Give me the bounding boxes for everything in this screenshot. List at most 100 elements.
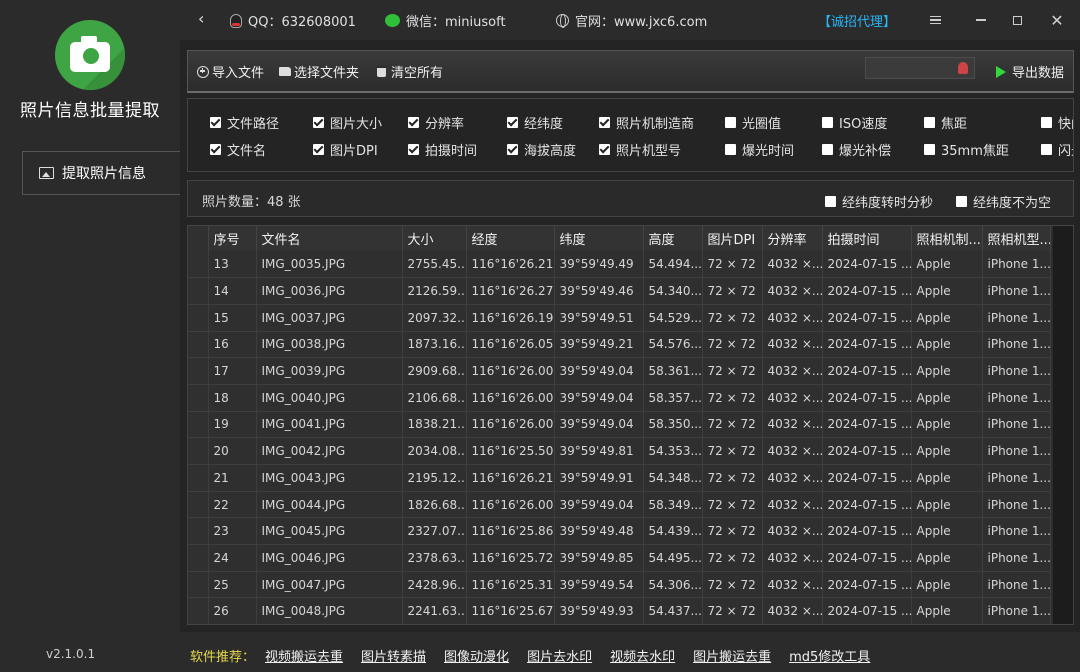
field-checkbox[interactable]: 海拔高度 (507, 140, 576, 159)
recommend-link[interactable]: 图片转素描 (361, 646, 426, 665)
checkbox-box[interactable] (599, 117, 610, 128)
table-scrollbar[interactable] (1053, 226, 1073, 624)
nav-item-extract-photo-info[interactable]: 提取照片信息 (22, 151, 180, 195)
checkbox-box[interactable] (210, 117, 221, 128)
column-header[interactable]: 拍摄时间 (822, 226, 912, 251)
checkbox-box[interactable] (507, 144, 518, 155)
table-row[interactable]: 25 IMG_0047.JPG 2428.96... 116°16'25.31 39°5… (188, 571, 1051, 599)
recommend-link[interactable]: 图像动漫化 (444, 646, 509, 665)
field-checkbox[interactable]: 快门 (1041, 113, 1073, 132)
table-row[interactable]: 14 IMG_0036.JPG 2126.59... 116°16'26.27 39°5… (188, 277, 1051, 305)
field-checkbox[interactable]: ISO速度 (822, 113, 887, 132)
coords-not-empty-checkbox[interactable]: 经纬度不为空 (956, 192, 1051, 211)
checkbox-box[interactable] (313, 117, 324, 128)
field-checkbox[interactable]: 图片大小 (313, 113, 382, 132)
table-row[interactable]: 23 IMG_0045.JPG 2327.07... 116°16'25.86 39°5… (188, 517, 1051, 546)
recommend-link[interactable]: 图片去水印 (527, 646, 592, 665)
row-selector[interactable] (188, 384, 209, 412)
column-header[interactable]: 分辨率 (762, 226, 823, 251)
qq-contact[interactable]: QQ：632608001 (230, 11, 356, 30)
row-selector[interactable] (188, 331, 209, 359)
column-header[interactable]: 经度 (466, 226, 555, 251)
field-checkbox[interactable]: 35mm焦距 (924, 140, 1009, 159)
column-header[interactable]: 照相机型... (982, 226, 1051, 251)
column-header[interactable]: 序号 (208, 226, 257, 251)
row-selector[interactable] (188, 464, 209, 492)
checkbox-box[interactable] (725, 117, 736, 128)
checkbox-box[interactable] (1041, 117, 1052, 128)
field-checkbox[interactable]: 拍摄时间 (408, 140, 477, 159)
row-selector[interactable] (188, 251, 209, 279)
checkbox-box[interactable] (210, 144, 221, 155)
search-input[interactable] (865, 57, 975, 79)
column-header[interactable]: 文件名 (256, 226, 403, 251)
checkbox-box[interactable] (507, 117, 518, 128)
recommend-link[interactable]: 视频去水印 (610, 646, 675, 665)
table-row[interactable]: 13 IMG_0035.JPG 2755.45... 116°16'26.21 39°5… (188, 251, 1051, 279)
website-link[interactable]: 官网：www.jxc6.com (556, 11, 707, 30)
column-header[interactable]: 照相机制... (911, 226, 983, 251)
clear-all-button[interactable]: 清空所有 (377, 62, 443, 81)
checkbox-box[interactable] (599, 144, 610, 155)
menu-icon[interactable] (924, 9, 946, 31)
close-icon[interactable]: ✕ (1046, 9, 1068, 31)
row-selector[interactable] (188, 517, 209, 546)
field-checkbox[interactable]: 爆光补偿 (822, 140, 891, 159)
checkbox-box[interactable] (822, 117, 833, 128)
field-checkbox[interactable]: 焦距 (924, 113, 967, 132)
select-folder-button[interactable]: 选择文件夹 (279, 62, 359, 81)
field-checkbox[interactable]: 分辨率 (408, 113, 464, 132)
table-row[interactable]: 16 IMG_0038.JPG 1873.16... 116°16'26.05 39°5… (188, 331, 1051, 359)
table-row[interactable]: 15 IMG_0037.JPG 2097.32... 116°16'26.19 39°5… (188, 304, 1051, 332)
table-row[interactable]: 21 IMG_0043.JPG 2195.12... 116°16'26.21 39°5… (188, 464, 1051, 492)
field-checkbox[interactable]: 照片机型号 (599, 140, 681, 159)
table-row[interactable]: 22 IMG_0044.JPG 1826.68... 116°16'26.00 39°5… (188, 491, 1051, 519)
row-selector[interactable] (188, 544, 209, 572)
recommend-link[interactable]: md5修改工具 (789, 646, 870, 665)
row-selector[interactable] (188, 411, 209, 439)
column-header[interactable]: 大小 (402, 226, 467, 251)
column-header[interactable]: 高度 (643, 226, 703, 251)
row-selector[interactable] (188, 571, 209, 599)
checkbox-box[interactable] (956, 196, 967, 207)
row-selector[interactable] (188, 491, 209, 519)
table-row[interactable]: 19 IMG_0041.JPG 1838.21... 116°16'26.00 39°5… (188, 411, 1051, 439)
maximize-icon[interactable] (1006, 9, 1028, 31)
field-checkbox[interactable]: 闪光 (1041, 140, 1073, 159)
checkbox-box[interactable] (408, 144, 419, 155)
row-selector[interactable] (188, 277, 209, 305)
column-header[interactable]: 纬度 (554, 226, 644, 251)
back-icon[interactable]: ‹ (198, 9, 204, 28)
field-checkbox[interactable]: 文件路径 (210, 113, 279, 132)
recommend-link[interactable]: 视频搬运去重 (265, 646, 343, 665)
field-checkbox[interactable]: 图片DPI (313, 140, 378, 159)
column-header[interactable] (188, 226, 209, 251)
checkbox-box[interactable] (822, 144, 833, 155)
import-file-button[interactable]: 导入文件 (197, 62, 264, 81)
minimize-icon[interactable] (970, 9, 992, 31)
field-checkbox[interactable]: 光圈值 (725, 113, 781, 132)
checkbox-box[interactable] (408, 117, 419, 128)
column-header[interactable]: 图片DPI (702, 226, 763, 251)
export-data-button[interactable]: 导出数据 (996, 62, 1064, 81)
field-checkbox[interactable]: 照片机制造商 (599, 113, 694, 132)
field-checkbox[interactable]: 文件名 (210, 140, 266, 159)
recruit-agent-link[interactable]: 【诚招代理】 (818, 11, 896, 30)
row-selector[interactable] (188, 357, 209, 385)
checkbox-box[interactable] (1041, 144, 1052, 155)
checkbox-box[interactable] (924, 144, 935, 155)
dms-convert-checkbox[interactable]: 经纬度转时分秒 (825, 192, 933, 211)
wechat-contact[interactable]: 微信：miniusoft (385, 11, 506, 30)
table-row[interactable]: 20 IMG_0042.JPG 2034.08... 116°16'25.50 39°5… (188, 437, 1051, 465)
table-row[interactable]: 18 IMG_0040.JPG 2106.68... 116°16'26.00 39°5… (188, 384, 1051, 412)
checkbox-box[interactable] (313, 144, 324, 155)
checkbox-box[interactable] (924, 117, 935, 128)
recommend-link[interactable]: 图片搬运去重 (693, 646, 771, 665)
table-row[interactable]: 17 IMG_0039.JPG 2909.68... 116°16'26.00 39°5… (188, 357, 1051, 385)
field-checkbox[interactable]: 经纬度 (507, 113, 563, 132)
row-selector[interactable] (188, 597, 209, 624)
checkbox-box[interactable] (725, 144, 736, 155)
row-selector[interactable] (188, 437, 209, 465)
checkbox-box[interactable] (825, 196, 836, 207)
table-row[interactable]: 26 IMG_0048.JPG 2241.63... 116°16'25.67 39°5… (188, 597, 1051, 624)
